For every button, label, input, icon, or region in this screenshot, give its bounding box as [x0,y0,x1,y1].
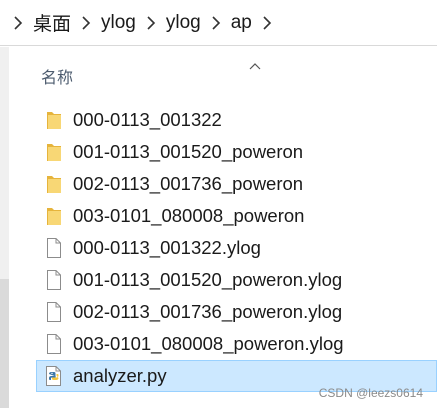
list-item-folder[interactable]: 000-0113_001322 [36,104,437,136]
file-name: analyzer.py [73,365,167,386]
folder-icon [44,172,64,196]
list-item-file[interactable]: 002-0113_001736_poweron.ylog [36,296,437,328]
sort-ascending-icon [248,58,262,70]
folder-icon [44,140,64,164]
column-header-label: 名称 [41,68,74,87]
chevron-right-icon[interactable] [78,13,94,33]
list-item-file[interactable]: 000-0113_001322.ylog [36,232,437,264]
python-file-icon [44,364,64,388]
breadcrumb-ylog-1[interactable]: ylog [98,10,139,36]
breadcrumb-ap[interactable]: ap [228,10,255,36]
chevron-right-icon[interactable] [143,13,159,33]
column-header-name[interactable]: 名称 [36,56,336,90]
list-item-file[interactable]: 001-0113_001520_poweron.ylog [36,264,437,296]
file-name: 001-0113_001520_poweron.ylog [73,269,343,290]
address-bar[interactable]: 桌面 ylog ylog ap [0,0,437,46]
chevron-right-icon[interactable] [208,13,224,33]
scrollbar-thumb[interactable] [0,279,9,408]
chevron-right-icon[interactable] [259,13,275,33]
file-list: 000-0113_001322 001-0113_001520_poweron … [36,104,437,392]
folder-icon [44,204,64,228]
list-item-folder[interactable]: 001-0113_001520_poweron [36,136,437,168]
list-item-folder[interactable]: 002-0113_001736_poweron [36,168,437,200]
document-icon [44,332,64,356]
breadcrumb-ylog-2[interactable]: ylog [163,10,204,36]
left-gutter [0,47,9,408]
file-name: 000-0113_001322 [73,109,222,130]
chevron-right-icon[interactable] [10,13,26,33]
document-icon [44,300,64,324]
list-item-folder[interactable]: 003-0101_080008_poweron [36,200,437,232]
file-name: 002-0113_001736_poweron [73,173,304,194]
file-name: 001-0113_001520_poweron [73,141,304,162]
file-name: 003-0101_080008_poweron.ylog [73,333,344,354]
breadcrumb-desktop[interactable]: 桌面 [30,7,74,38]
list-item-file[interactable]: 003-0101_080008_poweron.ylog [36,328,437,360]
file-name: 003-0101_080008_poweron [73,205,305,226]
file-name: 000-0113_001322.ylog [73,237,261,258]
document-icon [44,268,64,292]
file-name: 002-0113_001736_poweron.ylog [73,301,343,322]
watermark: CSDN @leezs0614 [318,386,423,400]
folder-icon [44,108,64,132]
document-icon [44,236,64,260]
